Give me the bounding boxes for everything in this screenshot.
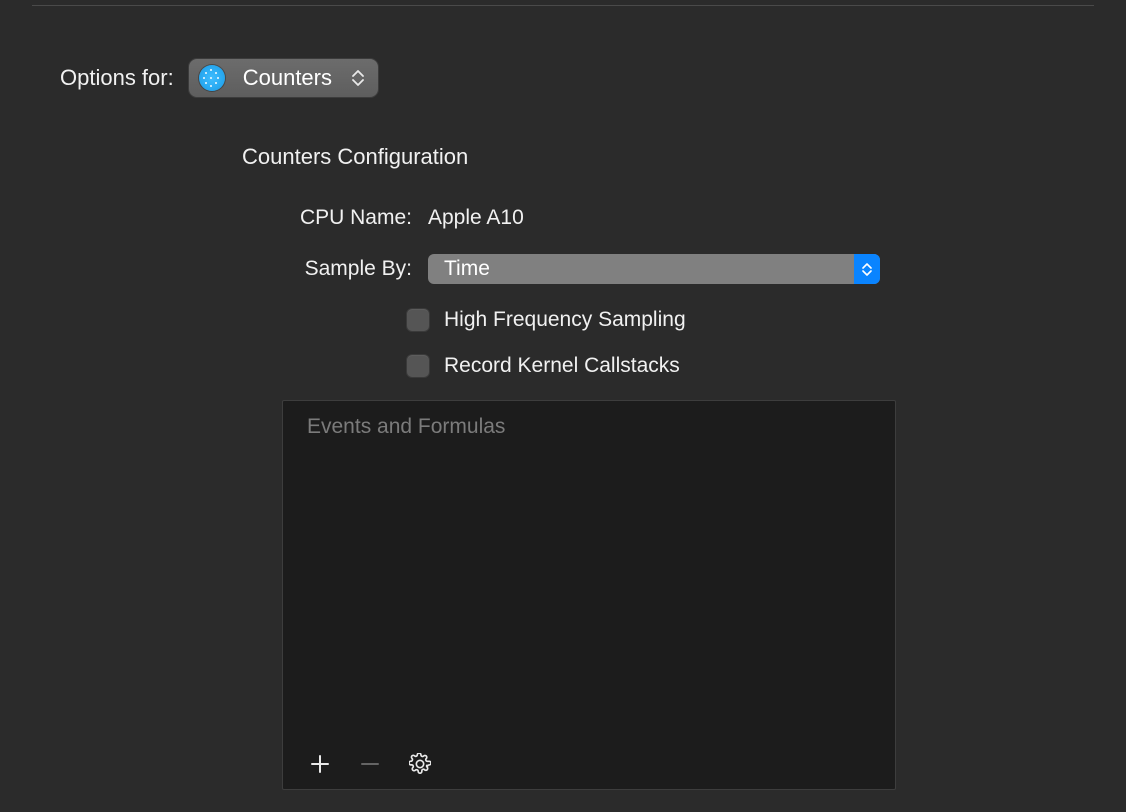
plus-icon <box>310 754 330 774</box>
sample-by-select[interactable]: Time <box>428 254 880 284</box>
events-and-formulas-list: Events and Formulas <box>282 400 896 790</box>
sample-by-value: Time <box>428 257 490 281</box>
sample-by-label: Sample By: <box>60 257 428 281</box>
high-frequency-sampling-label: High Frequency Sampling <box>444 308 686 332</box>
instrument-selector[interactable]: Counters <box>188 58 379 98</box>
section-title: Counters Configuration <box>242 144 1096 170</box>
record-kernel-callstacks-checkbox[interactable] <box>406 354 430 378</box>
record-kernel-callstacks-label: Record Kernel Callstacks <box>444 354 680 378</box>
options-for-label: Options for: <box>60 65 174 91</box>
add-event-button[interactable] <box>307 751 333 777</box>
cpu-name-value: Apple A10 <box>428 206 524 230</box>
select-arrows-icon <box>854 254 880 284</box>
remove-event-button[interactable] <box>357 751 383 777</box>
configure-event-button[interactable] <box>407 751 433 777</box>
cpu-name-label: CPU Name: <box>60 206 428 230</box>
minus-icon <box>360 754 380 774</box>
counters-icon <box>199 65 225 91</box>
updown-arrows-icon <box>348 59 368 97</box>
gear-icon <box>409 753 431 775</box>
divider <box>32 5 1094 6</box>
high-frequency-sampling-checkbox[interactable] <box>406 308 430 332</box>
events-placeholder: Events and Formulas <box>307 415 505 439</box>
instrument-selector-label: Counters <box>243 65 334 91</box>
